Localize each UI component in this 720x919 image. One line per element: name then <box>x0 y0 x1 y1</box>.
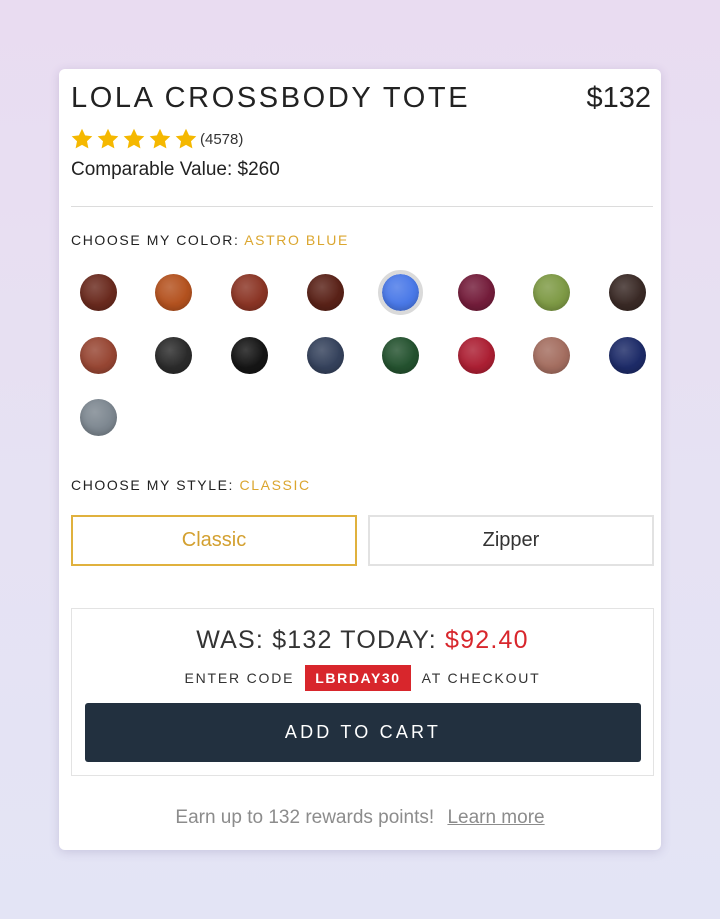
learn-more-link[interactable]: Learn more <box>447 807 544 828</box>
star-icon <box>71 128 93 149</box>
color-swatch[interactable] <box>382 337 419 374</box>
style-section-label: CHOOSE MY STYLE: CLASSIC <box>71 477 311 493</box>
color-swatch[interactable] <box>80 399 117 436</box>
color-swatch[interactable] <box>533 274 570 311</box>
review-count[interactable]: (4578) <box>200 131 243 148</box>
color-swatch[interactable] <box>307 274 344 311</box>
style-label: CHOOSE MY STYLE: <box>71 477 235 493</box>
color-swatch[interactable] <box>80 274 117 311</box>
add-to-cart-button[interactable]: ADD TO CART <box>85 703 641 762</box>
product-price: $132 <box>586 82 651 114</box>
promo-code-line: ENTER CODE LBRDAY30 AT CHECKOUT <box>72 665 653 691</box>
star-icon <box>123 128 145 149</box>
color-swatch[interactable] <box>231 274 268 311</box>
comparable-value: Comparable Value: $260 <box>71 159 280 180</box>
enter-code-label: ENTER CODE <box>184 670 295 686</box>
selected-style-name: CLASSIC <box>239 477 311 493</box>
sale-price: $92.40 <box>445 626 529 654</box>
divider <box>71 206 653 207</box>
color-swatch[interactable] <box>609 337 646 374</box>
star-rating <box>70 127 200 151</box>
color-swatch[interactable] <box>307 337 344 374</box>
product-card: LOLA CROSSBODY TOTE $132 (4578) Comparab… <box>59 69 661 850</box>
product-title: LOLA CROSSBODY TOTE <box>71 82 471 114</box>
at-checkout-label: AT CHECKOUT <box>421 670 541 686</box>
selected-color-name: ASTRO BLUE <box>244 232 349 248</box>
color-swatch[interactable] <box>80 337 117 374</box>
color-swatch[interactable] <box>155 337 192 374</box>
color-swatch[interactable] <box>458 337 495 374</box>
color-section-label: CHOOSE MY COLOR: ASTRO BLUE <box>71 232 349 248</box>
style-option-zipper[interactable]: Zipper <box>368 515 654 566</box>
star-icon <box>97 128 119 149</box>
color-swatch[interactable] <box>533 337 570 374</box>
color-swatch[interactable] <box>155 274 192 311</box>
star-icon <box>175 128 197 149</box>
price-comparison: WAS: $132 TODAY: $92.40 <box>72 626 653 655</box>
rewards-line: Earn up to 132 rewards points! Learn mor… <box>59 807 661 829</box>
color-label: CHOOSE MY COLOR: <box>71 232 240 248</box>
color-swatch[interactable] <box>231 337 268 374</box>
promo-code-badge: LBRDAY30 <box>305 665 411 691</box>
was-label: WAS: $132 TODAY: <box>196 626 437 654</box>
color-swatch[interactable] <box>378 270 423 315</box>
star-icon <box>149 128 171 149</box>
rating[interactable]: (4578) <box>70 127 243 151</box>
promo-box: WAS: $132 TODAY: $92.40 ENTER CODE LBRDA… <box>71 608 654 776</box>
style-option-classic[interactable]: Classic <box>71 515 357 566</box>
color-swatch[interactable] <box>609 274 646 311</box>
color-swatch[interactable] <box>458 274 495 311</box>
rewards-text: Earn up to 132 rewards points! <box>175 807 435 828</box>
